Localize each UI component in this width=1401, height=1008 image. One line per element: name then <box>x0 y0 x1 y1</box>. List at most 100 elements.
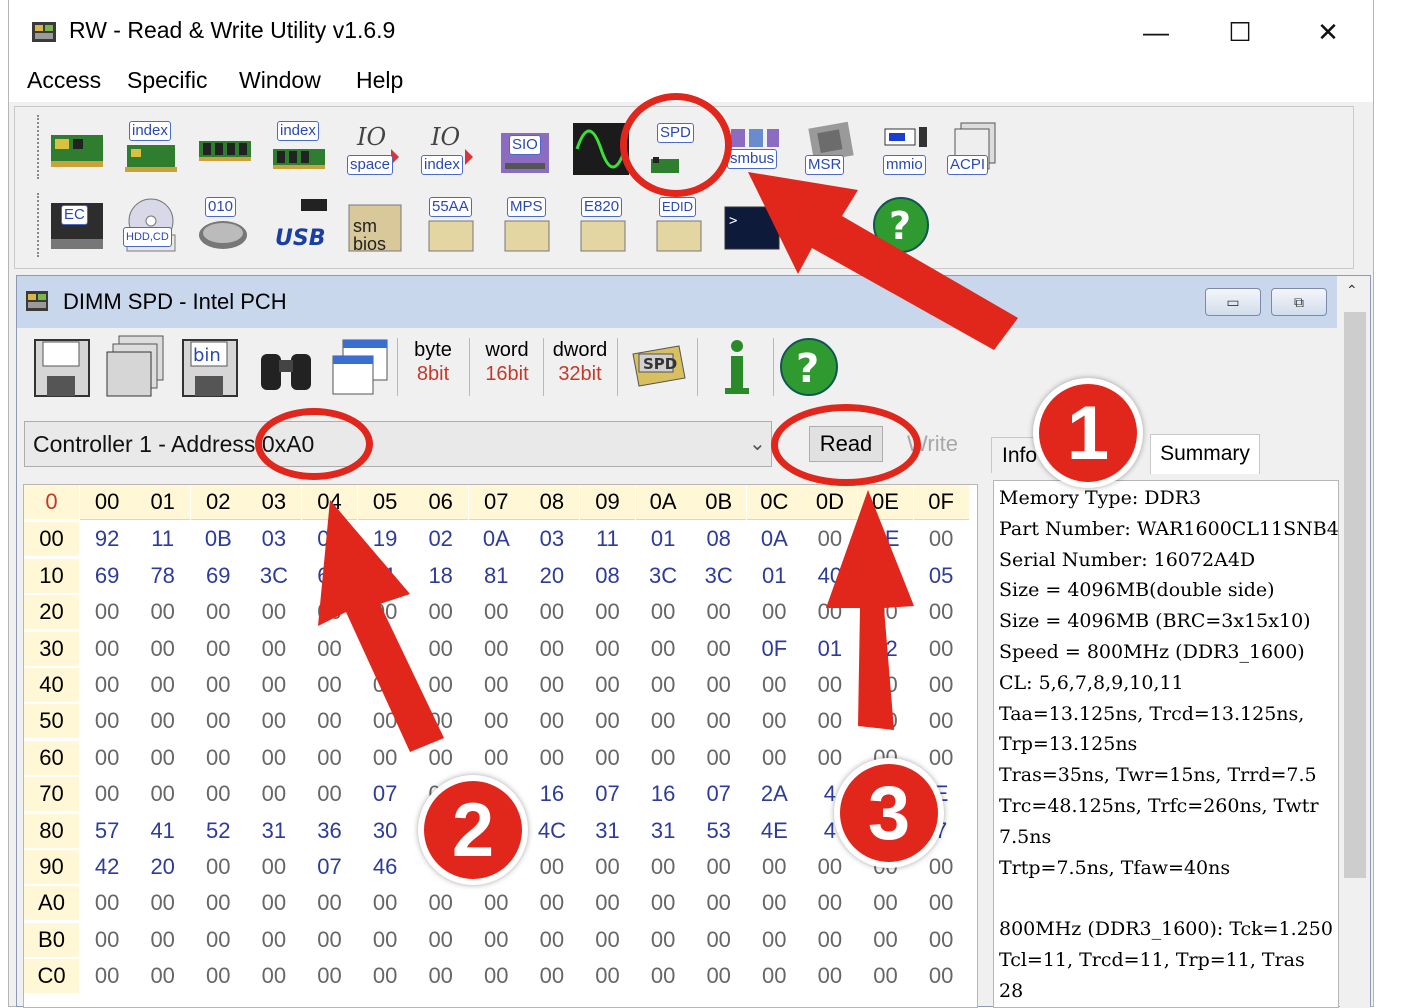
column-header[interactable]: 01 <box>135 485 191 520</box>
info-icon[interactable] <box>707 334 769 400</box>
hex-cell[interactable]: 05 <box>914 559 969 593</box>
hex-cell[interactable]: 00 <box>302 741 357 775</box>
hex-cell[interactable]: 00 <box>135 668 190 702</box>
hex-cell[interactable]: 00 <box>191 886 246 920</box>
hex-cell[interactable]: 00 <box>135 741 190 775</box>
hex-cell[interactable]: 00 <box>135 777 190 811</box>
dword-32bit-button[interactable]: dword 32bit <box>549 338 611 386</box>
hex-cell[interactable]: 00 <box>636 923 691 957</box>
hex-cell[interactable]: 00 <box>80 777 135 811</box>
io-space-icon[interactable]: IO space <box>345 119 405 179</box>
hex-cell[interactable]: 00 <box>580 595 635 629</box>
spd-icon[interactable]: SPD <box>645 119 705 179</box>
minimize-button[interactable]: — <box>1127 10 1185 54</box>
hex-cell[interactable]: 00 <box>691 595 746 629</box>
help-icon[interactable]: ? <box>779 334 841 400</box>
hex-cell[interactable]: 08 <box>580 559 635 593</box>
column-header[interactable]: 05 <box>357 485 413 520</box>
column-header[interactable]: 0A <box>635 485 691 520</box>
hex-cell[interactable]: 78 <box>135 559 190 593</box>
e820-icon[interactable]: E820 <box>573 195 633 255</box>
hex-cell[interactable]: 00 <box>580 741 635 775</box>
hex-cell[interactable]: 00 <box>802 704 857 738</box>
hex-cell[interactable]: 07 <box>580 777 635 811</box>
hex-cell[interactable]: 16 <box>524 777 579 811</box>
hex-cell[interactable]: 00 <box>80 704 135 738</box>
hex-cell[interactable]: 00 <box>302 777 357 811</box>
byte-8bit-button[interactable]: byte 8bit <box>405 338 461 386</box>
hex-cell[interactable]: 00 <box>246 777 301 811</box>
command-window-icon[interactable]: > <box>721 195 781 255</box>
hex-cell[interactable]: 00 <box>524 923 579 957</box>
hex-cell[interactable]: 00 <box>413 741 468 775</box>
hex-cell[interactable]: 00 <box>469 741 524 775</box>
hex-cell[interactable]: 00 <box>691 668 746 702</box>
hex-cell[interactable]: 00 <box>691 850 746 884</box>
hex-cell[interactable]: 00 <box>413 704 468 738</box>
hex-cell[interactable] <box>469 814 524 848</box>
hex-cell[interactable]: 3C <box>691 559 746 593</box>
hex-cell[interactable]: 16 <box>636 777 691 811</box>
hex-cell[interactable]: 00 <box>246 959 301 993</box>
hex-cell[interactable]: 00 <box>80 923 135 957</box>
hex-cell[interactable]: 00 <box>636 741 691 775</box>
column-header[interactable]: 04 <box>302 485 357 520</box>
hex-cell[interactable]: 00 <box>413 777 468 811</box>
column-header[interactable]: 0E <box>858 485 913 520</box>
hex-cell[interactable]: 53 <box>691 814 746 848</box>
hex-cell[interactable]: 00 <box>80 959 135 993</box>
hex-cell[interactable]: 00 <box>246 668 301 702</box>
hex-cell[interactable]: 08 <box>691 522 746 556</box>
hex-cell[interactable]: 00 <box>191 741 246 775</box>
hex-cell[interactable]: 4C <box>524 814 579 848</box>
child-minimize-button[interactable]: ▭ <box>1205 288 1261 316</box>
column-header[interactable]: 0D <box>802 485 858 520</box>
hex-cell[interactable]: 4 <box>802 777 857 811</box>
hex-cell[interactable]: 00 <box>302 886 357 920</box>
hex-cell[interactable]: 00 <box>246 923 301 957</box>
hex-cell[interactable]: 00 <box>469 777 524 811</box>
hex-cell[interactable]: 04 <box>302 522 357 556</box>
hex-cell[interactable]: 00 <box>691 886 746 920</box>
hex-cell[interactable]: 00 <box>413 668 468 702</box>
hex-cell[interactable]: 00 <box>802 959 857 993</box>
menu-access[interactable]: Access <box>27 67 101 94</box>
hex-cell[interactable]: 00 <box>358 886 413 920</box>
hdd-cd-icon[interactable]: HDD,CD <box>121 195 181 255</box>
hex-cell[interactable]: 00 <box>747 595 802 629</box>
hex-cell[interactable]: 00 <box>358 923 413 957</box>
hex-cell[interactable]: 01 <box>636 522 691 556</box>
hex-cell[interactable]: 00 <box>191 632 246 666</box>
hex-cell[interactable]: 00 <box>858 741 913 775</box>
hex-cell[interactable] <box>858 777 913 811</box>
vertical-scrollbar[interactable]: ⌃ <box>1340 276 1370 1008</box>
hex-cell[interactable]: 52 <box>191 814 246 848</box>
hex-cell[interactable]: 19 <box>358 522 413 556</box>
hex-cell[interactable]: 00 <box>191 923 246 957</box>
word-16bit-button[interactable]: word 16bit <box>477 338 537 386</box>
hex-cell[interactable]: 00 <box>413 632 468 666</box>
hex-cell[interactable]: 11 <box>358 559 413 593</box>
hex-cell[interactable]: 00 <box>858 886 913 920</box>
io-index-icon[interactable]: IO index <box>419 119 479 179</box>
memory-icon[interactable] <box>195 119 255 179</box>
hex-cell[interactable]: 00 <box>636 632 691 666</box>
menu-help[interactable]: Help <box>356 67 403 94</box>
tab-summary[interactable]: Summary <box>1150 434 1260 474</box>
hex-cell[interactable]: 00 <box>413 886 468 920</box>
hex-cell[interactable]: 07 <box>358 777 413 811</box>
hex-cell[interactable]: 46 <box>358 850 413 884</box>
edid-icon[interactable]: EDID <box>649 195 709 255</box>
hex-cell[interactable]: 00 <box>802 595 857 629</box>
column-header[interactable]: 06 <box>413 485 469 520</box>
hex-cell[interactable]: 83 <box>858 559 913 593</box>
hex-cell[interactable]: 00 <box>80 595 135 629</box>
hex-cell[interactable]: 00 <box>580 668 635 702</box>
hex-cell[interactable]: 00 <box>580 704 635 738</box>
hex-cell[interactable] <box>413 850 468 884</box>
hex-cell[interactable]: 00 <box>858 704 913 738</box>
maximize-button[interactable]: ☐ <box>1211 10 1269 54</box>
hex-cell[interactable]: 00 <box>469 668 524 702</box>
hex-cell[interactable]: 00 <box>580 886 635 920</box>
controller-address-select[interactable]: Controller 1 - Address 0xA0 ⌄ <box>24 421 772 467</box>
